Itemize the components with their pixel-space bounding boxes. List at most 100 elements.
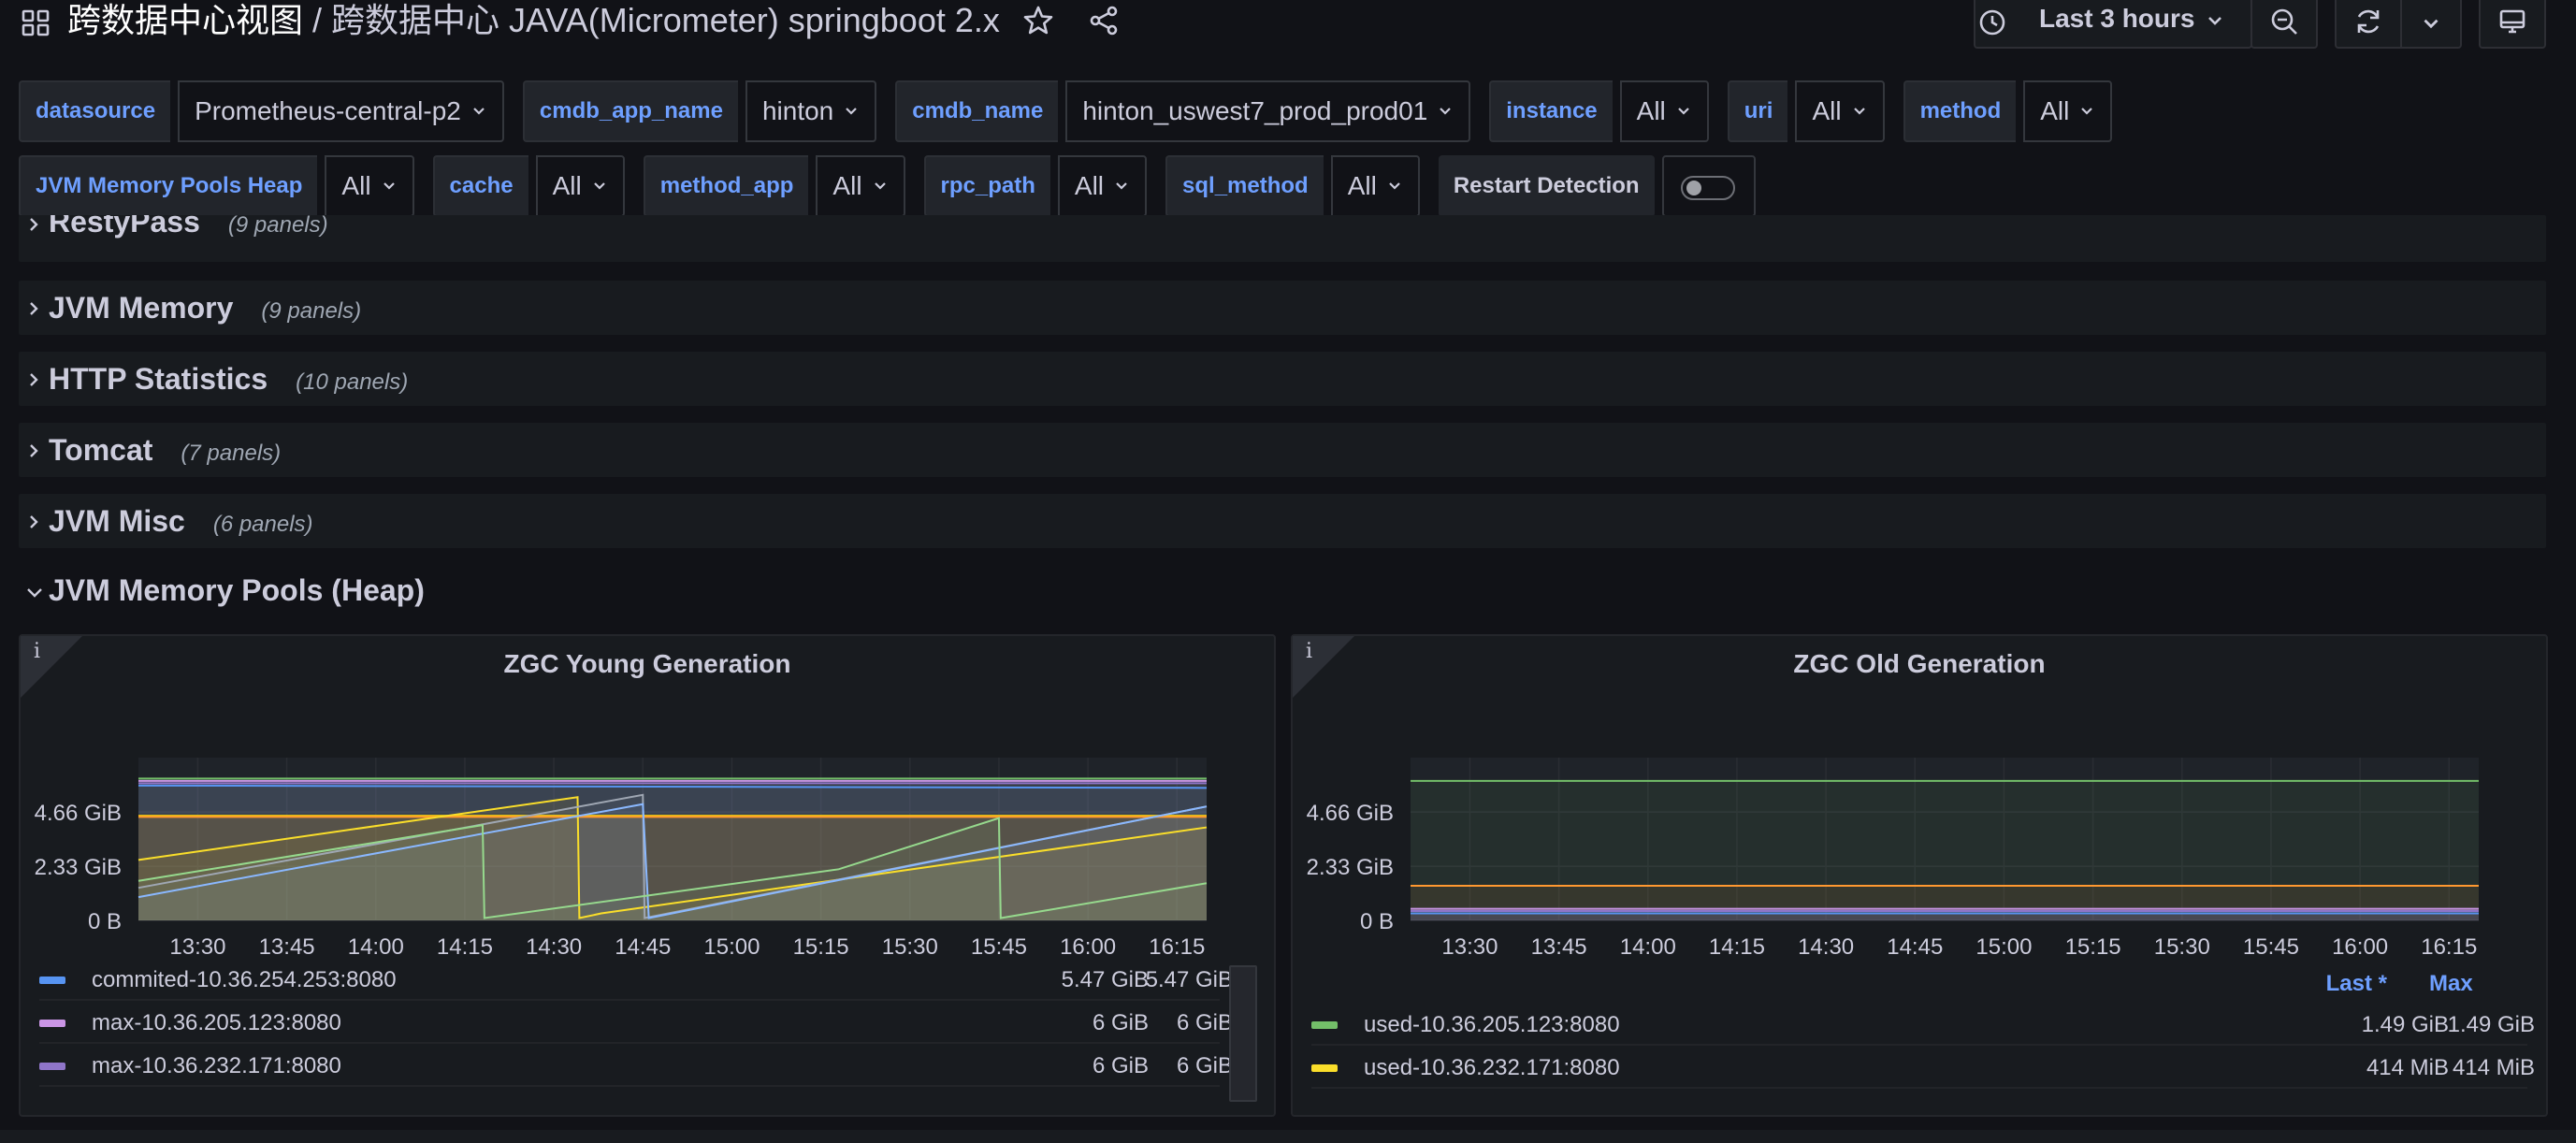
series-area-fill xyxy=(1411,913,2479,920)
variable-cache: cache All xyxy=(432,155,625,217)
series-name: max-10.36.205.123:8080 xyxy=(92,1010,341,1035)
variable-value: All xyxy=(1636,96,1666,125)
apps-grid-icon[interactable] xyxy=(21,7,51,37)
variable-label: method_app xyxy=(643,155,809,217)
variable-select[interactable]: All xyxy=(1795,80,1885,142)
row-tomcat[interactable]: Tomcat (7 panels) xyxy=(19,423,2546,477)
variable-label: instance xyxy=(1489,80,1613,142)
legend-header-max[interactable]: Max xyxy=(2429,965,2485,1003)
panel-zgc-old-generation: i ZGC Old Generation 0 B 2.33 GiB 4.66 GiB… xyxy=(1291,634,2548,1117)
y-tick-label: 4.66 GiB xyxy=(35,801,122,826)
variable-value: Prometheus-central-p2 xyxy=(195,96,461,125)
row-jvm-memory[interactable]: JVM Memory (9 panels) xyxy=(19,281,2546,335)
x-tick-label: 14:45 xyxy=(1887,934,1943,960)
series-name: max-10.36.232.171:8080 xyxy=(92,1053,341,1078)
series-color-swatch xyxy=(39,1063,65,1070)
zoom-out-button[interactable] xyxy=(2250,0,2318,49)
variable-cmdb-app-name: cmdb_app_name hinton xyxy=(522,80,877,142)
variable-select[interactable]: All xyxy=(535,155,625,217)
refresh-button[interactable] xyxy=(2335,0,2402,49)
tv-mode-button[interactable] xyxy=(2479,0,2546,49)
x-tick-label: 14:45 xyxy=(615,934,671,960)
panel-zgc-young-generation: i ZGC Young Generation 0 B 2.33 GiB 4.66 G… xyxy=(19,634,1276,1117)
row-title: RestyPass (9 panels) xyxy=(49,215,328,239)
chevron-down-icon xyxy=(1389,182,1400,190)
variable-value: All xyxy=(552,171,582,200)
legend-item[interactable]: commited-10.36.254.253:8080 5.47 GiB 5.47 … xyxy=(39,960,1233,1001)
x-tick-label: 16:15 xyxy=(2421,934,2477,960)
series-max-value: 6 GiB xyxy=(1176,1053,1233,1078)
chevron-right-icon xyxy=(30,515,38,528)
variable-select[interactable]: All xyxy=(1619,80,1709,142)
chevron-down-icon xyxy=(1677,108,1689,115)
variable-label: JVM Memory Pools Heap xyxy=(19,155,318,217)
series-color-swatch xyxy=(39,977,65,984)
monitor-icon xyxy=(2499,9,2525,34)
variable-select[interactable]: All xyxy=(816,155,905,217)
next-panel-edge xyxy=(0,1130,2576,1143)
variable-label: datasource xyxy=(19,80,171,142)
x-tick-label: 14:00 xyxy=(348,934,404,960)
series-name: commited-10.36.254.253:8080 xyxy=(92,967,397,992)
legend-item[interactable]: used-10.36.205.123:8080 1.49 GiB 1.49 GiB xyxy=(1311,1005,2535,1046)
variable-select[interactable]: All xyxy=(1330,155,1420,217)
chevron-down-icon xyxy=(1440,108,1452,115)
restart-detection-label: Restart Detection xyxy=(1438,155,1655,217)
refresh-interval-dropdown[interactable] xyxy=(2400,0,2462,49)
chevron-down-icon xyxy=(2208,17,2221,25)
x-tick-label: 14:30 xyxy=(526,934,582,960)
zgc-old-generation-chart[interactable]: 0 B 2.33 GiB 4.66 GiB 13:30 13:45 14:00 14:15 1… xyxy=(1293,636,2550,973)
variable-label: rpc_path xyxy=(923,155,1050,217)
chevron-right-icon xyxy=(30,373,38,386)
chevron-down-icon xyxy=(27,588,42,598)
variable-label: cmdb_name xyxy=(895,80,1059,142)
variable-select[interactable]: All xyxy=(325,155,414,217)
x-tick-label: 16:00 xyxy=(2332,934,2388,960)
series-max-value: 6 GiB xyxy=(1176,1010,1233,1035)
variable-rpc-path: rpc_path All xyxy=(923,155,1148,217)
x-tick-label: 14:30 xyxy=(1798,934,1854,960)
row-title: JVM Memory Pools (Heap) xyxy=(49,573,425,607)
zgc-young-generation-chart[interactable]: 0 B 2.33 GiB 4.66 GiB 13:30 13:45 14:00 14:15 1… xyxy=(21,636,1278,973)
x-tick-label: 15:30 xyxy=(882,934,938,960)
share-icon[interactable] xyxy=(1087,4,1121,37)
variable-method-app: method_app All xyxy=(643,155,905,217)
x-tick-label: 15:00 xyxy=(1975,934,2032,960)
clock-icon xyxy=(1979,9,2005,36)
variable-select[interactable]: hinton xyxy=(745,80,877,142)
star-icon[interactable] xyxy=(1021,4,1055,37)
legend-scrollbar[interactable] xyxy=(1229,965,1257,1102)
chevron-down-icon xyxy=(473,108,485,115)
time-range-picker[interactable]: Last 3 hours xyxy=(1974,0,2252,49)
variable-select[interactable]: Prometheus-central-p2 xyxy=(178,80,504,142)
row-title: JVM Misc (6 panels) xyxy=(49,504,313,538)
row-jvm-misc[interactable]: JVM Misc (6 panels) xyxy=(19,494,2546,548)
restart-detection-toggle[interactable] xyxy=(1680,176,1735,200)
x-tick-label: 13:30 xyxy=(169,934,225,960)
row-restypass[interactable]: RestyPass (9 panels) xyxy=(19,215,2546,262)
x-tick-label: 13:30 xyxy=(1441,934,1498,960)
legend-header-last[interactable]: Last * xyxy=(2312,965,2387,1003)
variable-label: sql_method xyxy=(1165,155,1324,217)
variable-select[interactable]: All xyxy=(2023,80,2113,142)
legend-item[interactable]: used-10.36.232.171:8080 414 MiB 414 MiB xyxy=(1311,1048,2535,1089)
variable-label: method xyxy=(1903,80,2017,142)
variable-uri: uri All xyxy=(1727,80,1885,142)
legend-item[interactable]: max-10.36.205.123:8080 6 GiB 6 GiB xyxy=(39,1003,1233,1044)
legend-item[interactable]: max-10.36.232.171:8080 6 GiB 6 GiB xyxy=(39,1046,1233,1087)
variable-select[interactable]: All xyxy=(1057,155,1148,217)
series-color-swatch xyxy=(1311,1064,1338,1072)
x-tick-label: 15:45 xyxy=(971,934,1027,960)
breadcrumb-folder[interactable]: 跨数据中心视图 xyxy=(67,1,303,39)
variables-row-2: JVM Memory Pools Heap All cache All method_a… xyxy=(19,155,1756,217)
breadcrumb-separator: / xyxy=(312,1,323,39)
chevron-down-icon xyxy=(874,182,886,190)
row-http-statistics[interactable]: HTTP Statistics (10 panels) xyxy=(19,352,2546,406)
variable-select[interactable]: hinton_uswest7_prod_prod01 xyxy=(1065,80,1471,142)
x-tick-label: 15:15 xyxy=(2065,934,2121,960)
variable-cmdb-name: cmdb_name hinton_uswest7_prod_prod01 xyxy=(895,80,1471,142)
variable-value: All xyxy=(832,171,862,200)
dashboard-title[interactable]: 跨数据中心 JAVA(Micrometer) springboot 2.x xyxy=(331,1,1000,39)
variables-row-1: datasource Prometheus-central-p2 cmdb_app_… xyxy=(19,80,2131,142)
chevron-right-icon xyxy=(30,302,38,315)
